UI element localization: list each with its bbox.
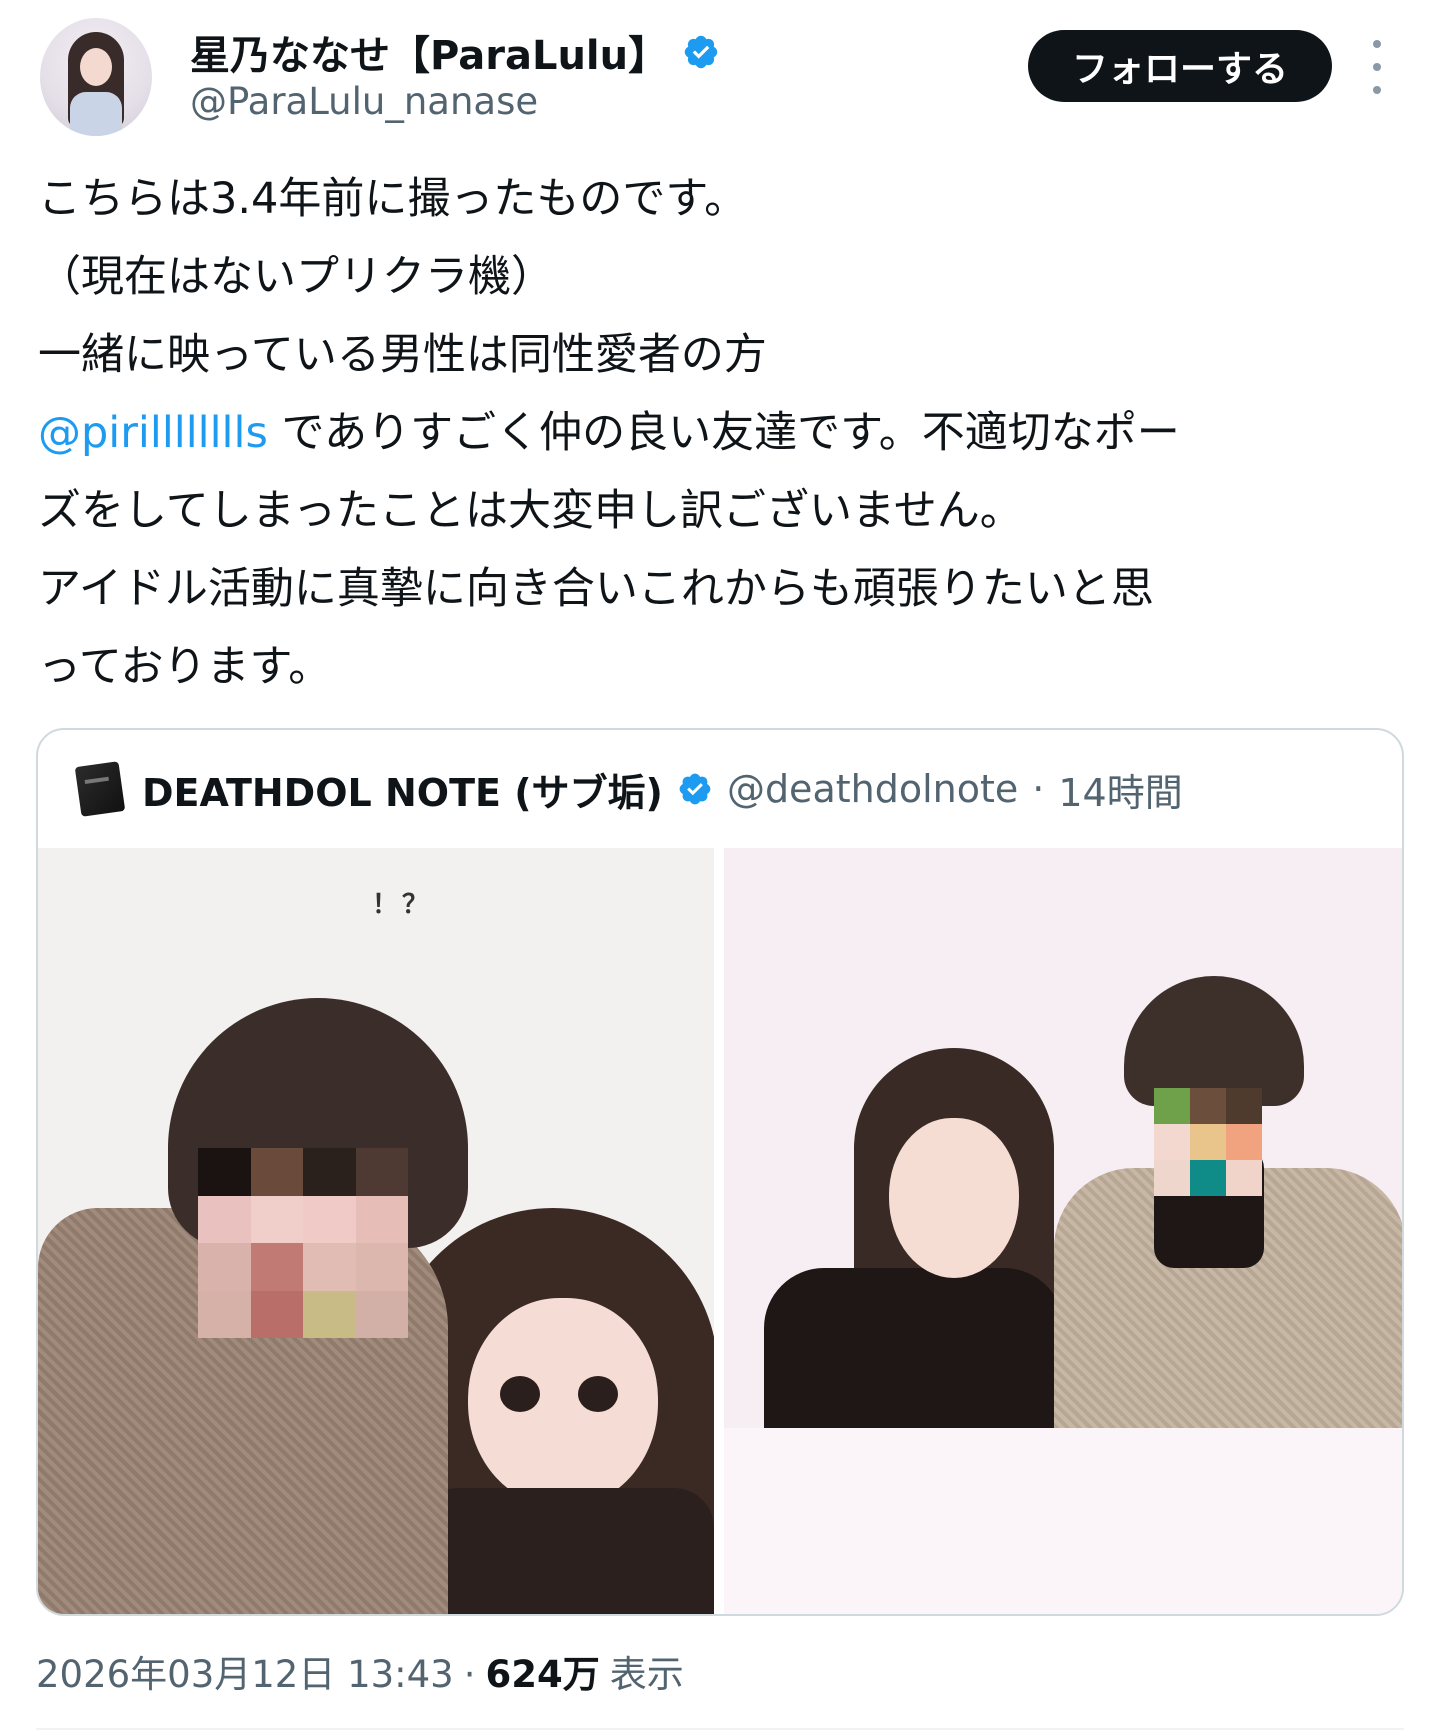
tweet-line: アイドル活動に真摯に向き合いこれからも頑張りたいと思 — [38, 564, 1154, 614]
photo-figure-face — [468, 1298, 658, 1508]
photo-figure — [764, 1268, 1064, 1428]
divider — [36, 1728, 1404, 1730]
photo-divider — [714, 848, 724, 1614]
tweet-line: @pirilllllllls でありすごく仲の良い友達です。不適切なポー — [38, 394, 1408, 472]
quoted-tweet-card[interactable]: DEATHDOL NOTE (サブ垢) @deathdolnote · 14時間… — [36, 728, 1404, 1616]
avatar-dress — [70, 92, 122, 136]
quoted-tweet-header: DEATHDOL NOTE (サブ垢) @deathdolnote · 14時間 — [38, 730, 1402, 848]
author-handle[interactable]: @ParaLulu_nanase — [190, 80, 538, 123]
tweet-line: ズをしてしまったことは大変申し訳ございません。 — [38, 486, 1023, 536]
photo-figure — [418, 1488, 714, 1614]
verified-badge-icon — [679, 773, 711, 805]
author-display-name[interactable]: 星乃ななせ【ParaLulu】 — [190, 23, 668, 81]
more-dot — [1373, 63, 1381, 71]
mosaic-blur — [1154, 1088, 1262, 1196]
mosaic-blur — [198, 1148, 408, 1338]
meta-separator: · — [463, 1653, 476, 1696]
photo-figure-face — [889, 1118, 1019, 1278]
tweet-line: っております。 — [38, 642, 332, 692]
tweet-header: 星乃ななせ【ParaLulu】 @ParaLulu_nanase フォローする — [0, 0, 1439, 150]
tweet-body: こちらは3.4年前に撮ったものです。 （現在はないプリクラ機） 一緒に映っている… — [38, 160, 1408, 706]
follow-button[interactable]: フォローする — [1028, 30, 1332, 102]
photo-caption: ！？ — [372, 890, 433, 920]
more-vertical-icon[interactable] — [1362, 40, 1392, 94]
tweet-timestamp[interactable]: 2026年03月12日 13:43 — [36, 1644, 454, 1698]
author-name-row: 星乃ななせ【ParaLulu】 — [190, 24, 720, 80]
photo-background — [724, 1428, 1402, 1614]
more-dot — [1373, 86, 1381, 94]
quoted-photo-left[interactable]: ！？ — [38, 848, 714, 1614]
tweet-line: こちらは3.4年前に撮ったものです。 — [38, 174, 748, 224]
photo-figure-hair — [1124, 976, 1304, 1106]
notebook-emoji-icon — [74, 761, 126, 817]
tweet-line-rest: でありすごく仲の良い友達です。不適切なポー — [267, 408, 1180, 458]
quoted-author-name[interactable]: DEATHDOL NOTE (サブ垢) — [142, 762, 663, 817]
meta-separator: · — [1032, 767, 1045, 811]
tweet-line: 一緒に映っている男性は同性愛者の方 — [38, 330, 767, 380]
avatar-face — [80, 48, 112, 86]
tweet-line: （現在はないプリクラ機） — [38, 252, 554, 302]
views-count[interactable]: 624万 — [485, 1644, 599, 1698]
quoted-photo-right[interactable] — [724, 848, 1402, 1614]
quoted-timestamp[interactable]: 14時間 — [1058, 762, 1182, 817]
views-label: 表示 — [609, 1653, 684, 1696]
verified-badge-icon — [684, 35, 718, 69]
tweet-footer: 2026年03月12日 13:43 · 624万 表示 — [36, 1644, 684, 1698]
more-dot — [1373, 40, 1381, 48]
quoted-author-handle[interactable]: @deathdolnote — [727, 767, 1018, 811]
mention-link[interactable]: @pirilllllllls — [38, 408, 268, 458]
photo-figure-eye — [500, 1376, 540, 1412]
photo-figure-eye — [578, 1376, 618, 1412]
author-avatar[interactable] — [40, 18, 152, 136]
